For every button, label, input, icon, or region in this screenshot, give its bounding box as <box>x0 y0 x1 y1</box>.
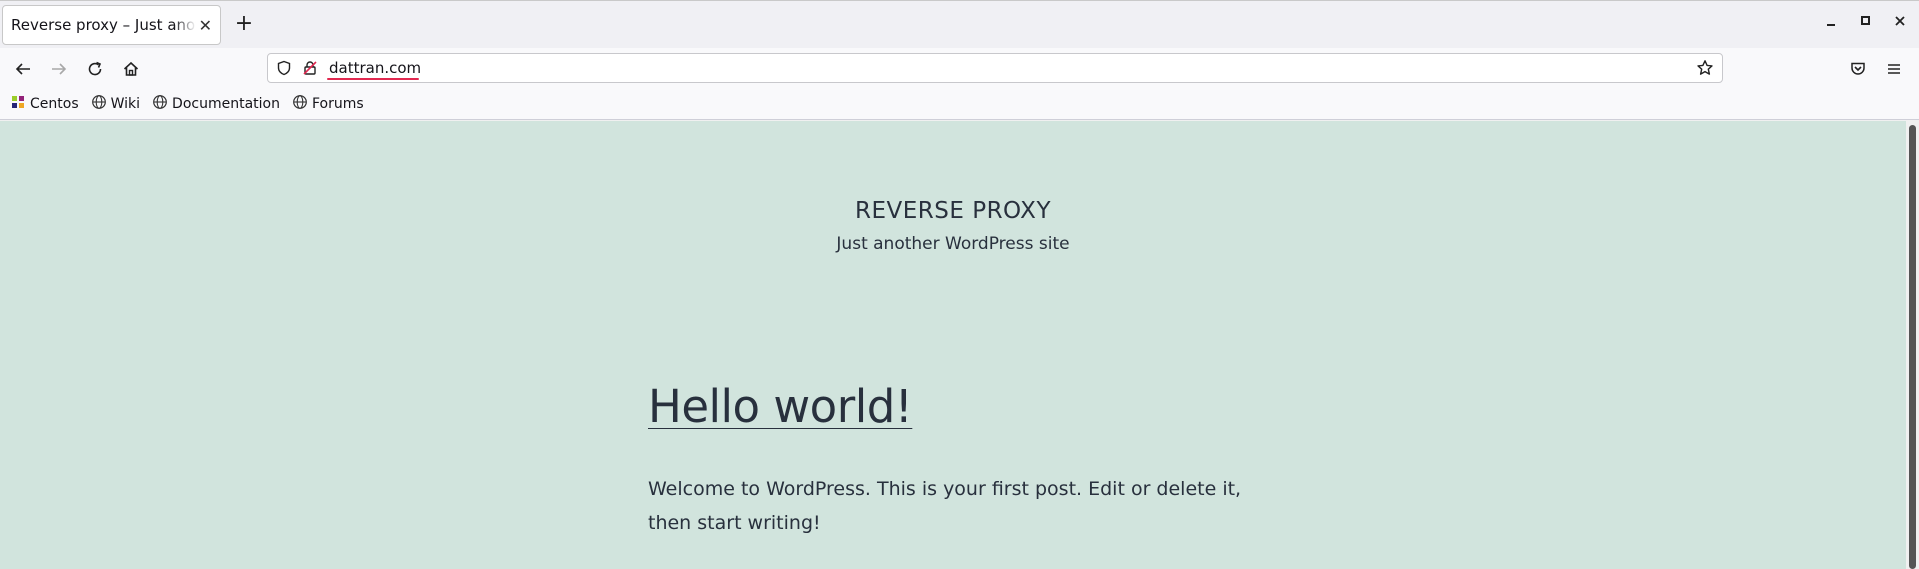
minimize-icon[interactable] <box>1826 15 1838 31</box>
nav-bar: dattran.com <box>0 48 1919 88</box>
web-page: REVERSE PROXY Just another WordPress sit… <box>0 121 1906 569</box>
url-underline <box>327 78 419 80</box>
bookmarks-toolbar: Centos Wiki Documentation Forums <box>0 88 1919 120</box>
bookmark-centos[interactable]: Centos <box>10 94 79 114</box>
forward-icon[interactable] <box>48 58 70 80</box>
tab-active[interactable]: Reverse proxy – Just another WordPress s… <box>2 5 221 45</box>
bookmark-forums[interactable]: Forums <box>292 94 364 114</box>
globe-icon <box>91 94 111 114</box>
site-description: Just another WordPress site <box>836 234 1070 254</box>
insecure-lock-icon[interactable] <box>302 60 318 80</box>
page-scrollbar[interactable] <box>1906 121 1919 569</box>
globe-icon <box>152 94 172 114</box>
bookmark-label: Forums <box>311 95 364 112</box>
bookmark-wiki[interactable]: Wiki <box>91 94 140 114</box>
post-title-link[interactable]: Hello world! <box>648 380 913 433</box>
tab-title: Reverse proxy – Just another WordPress s… <box>11 16 196 34</box>
globe-icon <box>292 94 312 114</box>
scrollbar-thumb[interactable] <box>1909 125 1916 569</box>
bookmark-documentation[interactable]: Documentation <box>152 94 280 114</box>
site-title[interactable]: REVERSE PROXY <box>0 198 1906 224</box>
url-text[interactable]: dattran.com <box>329 59 421 77</box>
menu-icon[interactable] <box>1883 58 1905 80</box>
reload-icon[interactable] <box>84 58 106 80</box>
bookmark-label: Documentation <box>172 95 280 112</box>
bookmark-star-icon[interactable] <box>1696 59 1714 81</box>
new-tab-icon[interactable]: + <box>232 13 256 37</box>
address-bar[interactable]: dattran.com <box>267 53 1723 83</box>
shield-icon[interactable] <box>276 60 292 80</box>
post-body: Welcome to WordPress. This is your first… <box>648 478 1242 534</box>
back-icon[interactable] <box>12 58 34 80</box>
centos-icon <box>10 94 30 114</box>
bookmark-label: Wiki <box>110 95 141 112</box>
close-window-icon[interactable] <box>1894 15 1906 31</box>
tab-close-icon[interactable]: ✕ <box>199 16 212 35</box>
pocket-icon[interactable] <box>1847 58 1869 80</box>
maximize-icon[interactable] <box>1860 15 1872 31</box>
bookmark-label: Centos <box>30 95 79 112</box>
tab-strip: Reverse proxy – Just another WordPress s… <box>0 0 1919 50</box>
home-icon[interactable] <box>120 58 142 80</box>
